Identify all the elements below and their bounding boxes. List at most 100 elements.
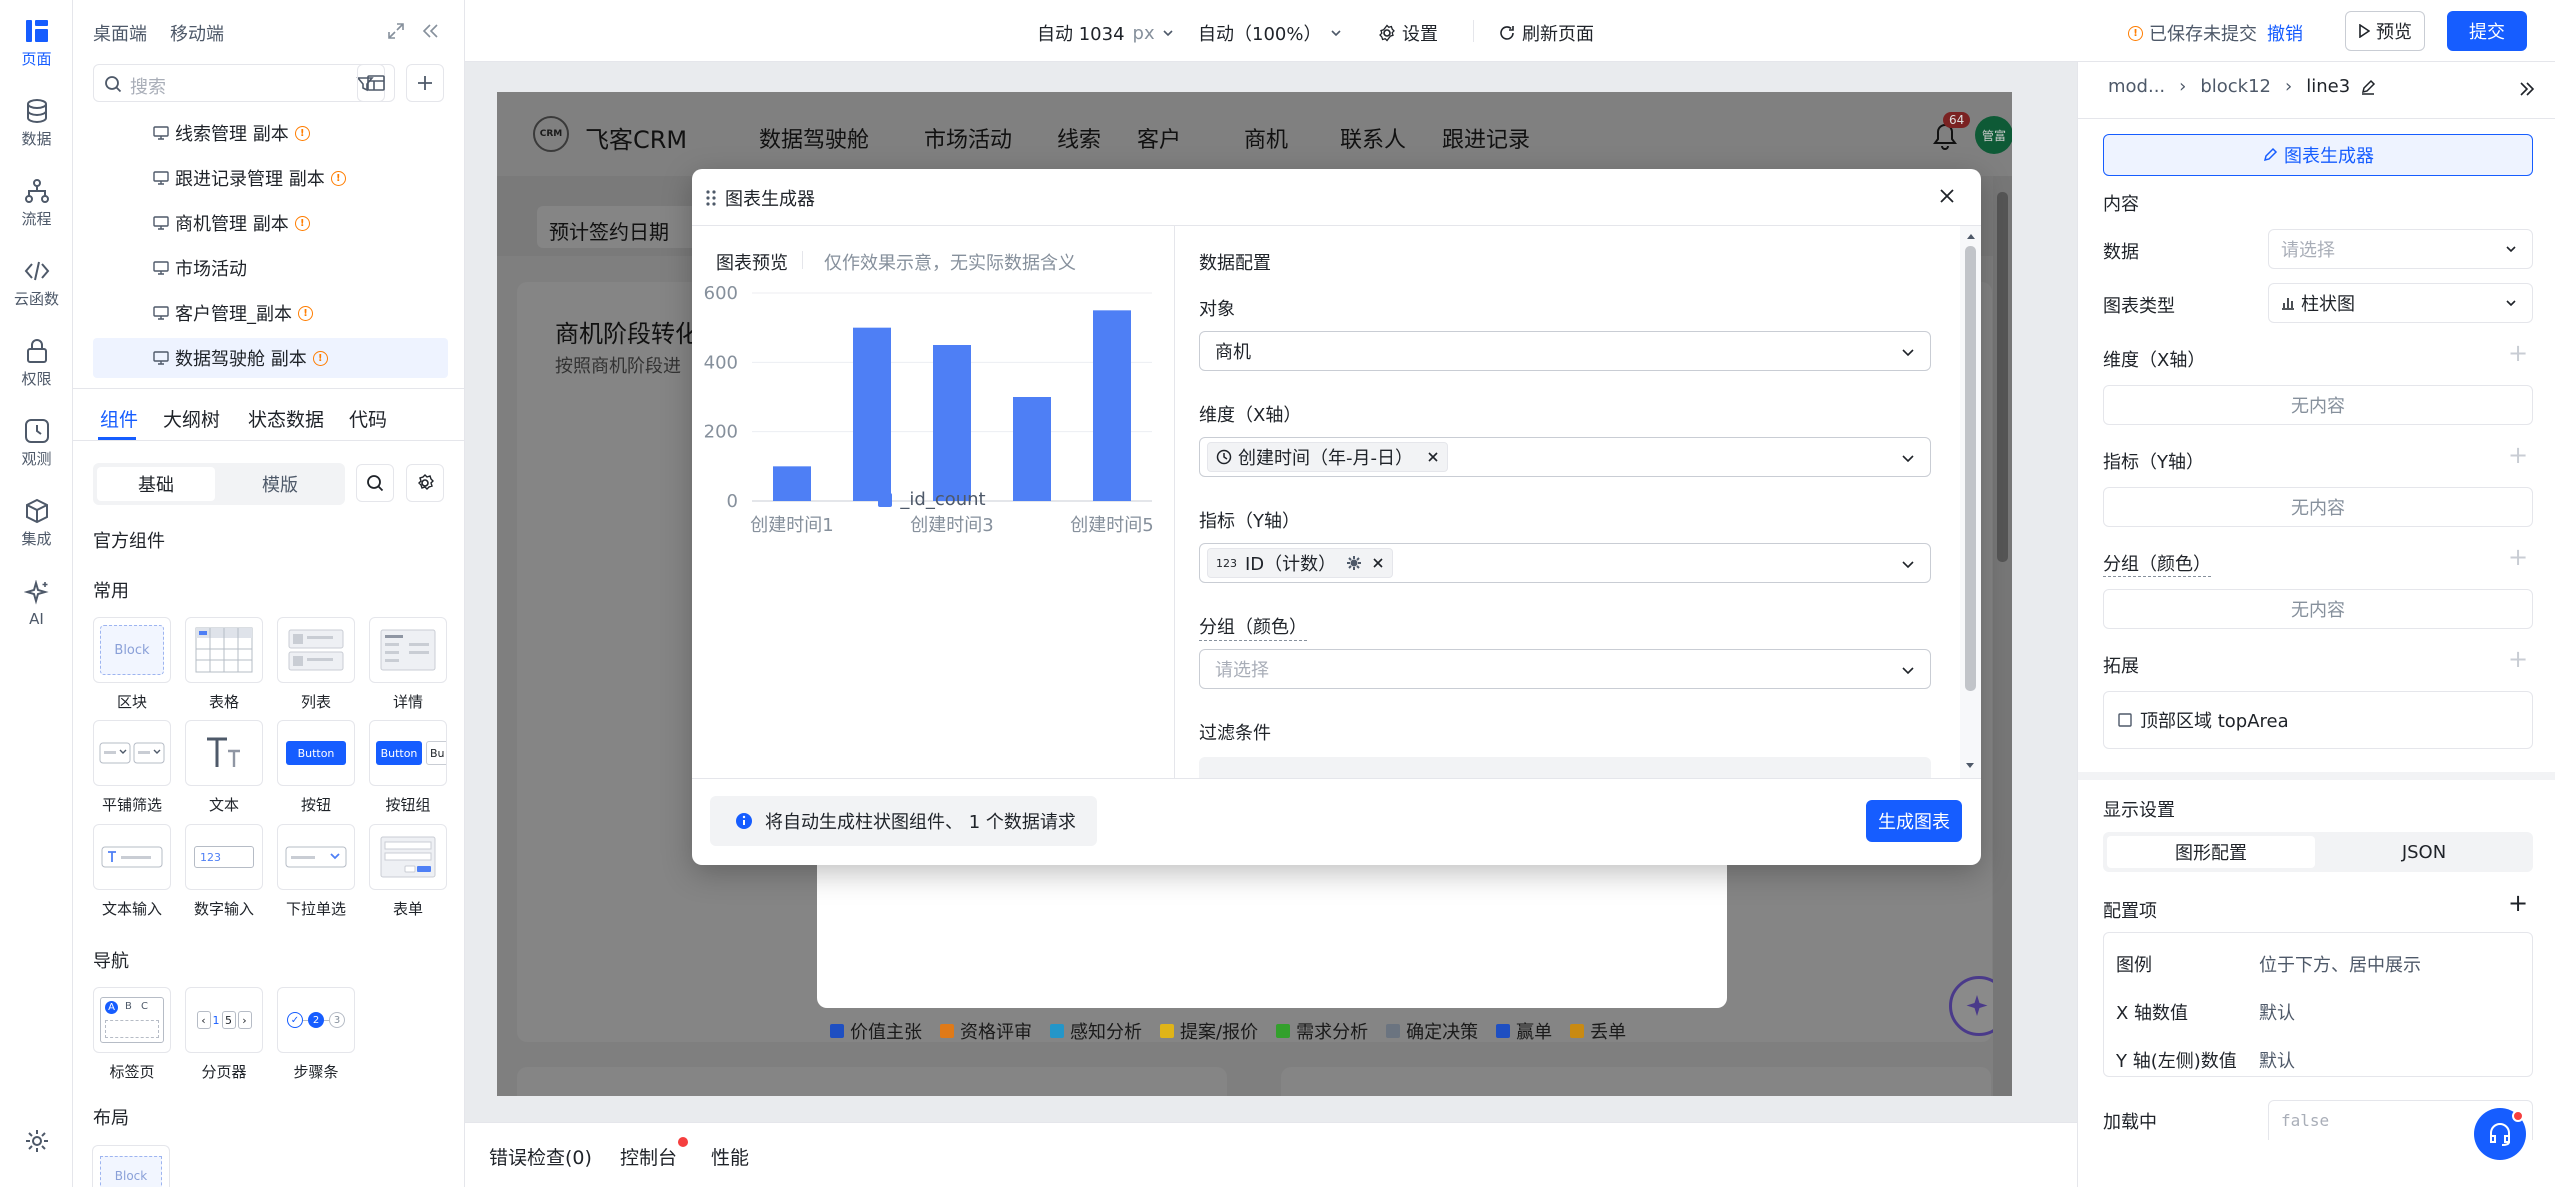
app-nav-item[interactable]: 线索	[1057, 122, 1101, 154]
drag-handle-icon[interactable]	[706, 190, 716, 206]
component-tabs[interactable]: A B C 标签页	[92, 987, 172, 1082]
support-button[interactable]	[2474, 1108, 2526, 1160]
filter-date[interactable]: 预计签约日期	[537, 206, 697, 248]
page-tree-item[interactable]: 商机管理 副本!	[93, 203, 448, 243]
rail-item-observe[interactable]: 观测	[0, 418, 73, 469]
tab-code[interactable]: 代码	[349, 405, 387, 432]
add-page-button[interactable]	[406, 64, 444, 102]
add-extend-button[interactable]: +	[2508, 645, 2528, 673]
performance-tab[interactable]: 性能	[711, 1143, 749, 1170]
component-block[interactable]: Block 区块	[92, 617, 172, 712]
add-config-button[interactable]: +	[2508, 889, 2528, 917]
config-row[interactable]: 图例 位于下方、居中展示	[2104, 943, 2534, 983]
config-scrollbar[interactable]	[1960, 226, 1981, 778]
component-settings-button[interactable]	[406, 464, 444, 502]
add-metric-button[interactable]: +	[2508, 441, 2528, 469]
expand-icon[interactable]	[387, 22, 405, 40]
preview-button[interactable]: 预览	[2345, 11, 2425, 51]
canvas-width-select[interactable]: 自动 1034 px	[1037, 20, 1175, 46]
tab-components[interactable]: 组件	[100, 405, 138, 432]
extend-item[interactable]: 顶部区域 topArea	[2103, 691, 2533, 749]
group-select[interactable]: 请选择	[1199, 649, 1931, 689]
submit-button[interactable]: 提交	[2447, 11, 2527, 51]
breadcrumb-item-block[interactable]: block12	[2200, 76, 2271, 97]
legend-item[interactable]: 确定决策	[1386, 1018, 1478, 1044]
refresh-button[interactable]: 刷新页面	[1498, 20, 1594, 46]
component-detail[interactable]: 详情	[368, 617, 448, 712]
rail-item-permission[interactable]: 权限	[0, 338, 73, 389]
zoom-select[interactable]: 自动（100%）	[1198, 20, 1343, 46]
legend-item[interactable]: 丢单	[1570, 1018, 1626, 1044]
config-row[interactable]: X 轴数值 默认	[2104, 991, 2534, 1031]
seg-basic[interactable]: 基础	[97, 467, 215, 501]
legend-item[interactable]: 赢单	[1496, 1018, 1552, 1044]
component-form[interactable]: 表单	[368, 824, 448, 919]
add-group-button[interactable]: +	[2508, 543, 2528, 571]
avatar[interactable]: 管富	[1975, 116, 2012, 154]
bar[interactable]	[1093, 310, 1131, 501]
legend-item[interactable]: 需求分析	[1276, 1018, 1368, 1044]
component-steps[interactable]: ✓ 2 3 步骤条	[276, 987, 356, 1082]
page-tree-item[interactable]: 线索管理 副本!	[93, 113, 448, 153]
tab-outline[interactable]: 大纲树	[163, 405, 220, 432]
close-icon[interactable]	[1427, 451, 1439, 463]
legend-item[interactable]: 感知分析	[1050, 1018, 1142, 1044]
app-nav-item[interactable]: 数据驾驶舱	[759, 122, 869, 154]
component-button-group[interactable]: Button Bu 按钮组	[368, 720, 448, 815]
rail-item-ai[interactable]: AI	[0, 580, 73, 628]
close-icon[interactable]	[1372, 557, 1384, 569]
rail-item-cloud-function[interactable]: 云函数	[0, 258, 73, 309]
tab-mobile[interactable]: 移动端	[170, 20, 224, 46]
component-button[interactable]: Button 按钮	[276, 720, 356, 815]
gear-icon[interactable]	[1346, 555, 1362, 571]
bar[interactable]	[933, 345, 971, 501]
bar[interactable]	[853, 327, 891, 501]
chart-type-select[interactable]: 柱状图	[2268, 283, 2533, 323]
seg-json[interactable]: JSON	[2319, 836, 2529, 868]
page-tree-item[interactable]: 数据驾驶舱 副本!	[93, 338, 448, 378]
component-search-button[interactable]	[356, 464, 394, 502]
seg-graphic-config[interactable]: 图形配置	[2107, 836, 2315, 868]
edit-icon[interactable]	[2360, 79, 2376, 95]
config-row[interactable]: Y 轴(左侧)数值 默认	[2104, 1039, 2534, 1079]
settings-button[interactable]: 设置	[1378, 20, 1438, 46]
tab-desktop[interactable]: 桌面端	[93, 20, 147, 46]
bar[interactable]	[1013, 397, 1051, 501]
console-tab[interactable]: 控制台	[620, 1143, 677, 1170]
component-text[interactable]: 文本	[184, 720, 264, 815]
component-pager[interactable]: ‹ 1 5 › 分页器	[184, 987, 264, 1082]
rail-item-flow[interactable]: 流程	[0, 178, 73, 229]
legend-item[interactable]: 提案/报价	[1160, 1018, 1258, 1044]
component-text-input[interactable]: 文本输入	[92, 824, 172, 919]
seg-template[interactable]: 模版	[221, 467, 339, 501]
component-number-input[interactable]: 123 数字输入	[184, 824, 264, 919]
app-nav-item[interactable]: 商机	[1244, 122, 1288, 154]
object-select[interactable]: 商机	[1199, 331, 1931, 371]
close-icon[interactable]	[1938, 187, 1956, 205]
rail-settings[interactable]	[0, 1128, 73, 1158]
rail-item-integration[interactable]: 集成	[0, 498, 73, 549]
generate-chart-button[interactable]: 生成图表	[1866, 800, 1962, 842]
app-nav-item[interactable]: 跟进记录	[1442, 122, 1530, 154]
rail-item-data[interactable]: 数据	[0, 98, 73, 149]
layout-button[interactable]	[357, 64, 395, 102]
page-tree-item[interactable]: 跟进记录管理 副本!	[93, 158, 448, 198]
search-input[interactable]: 搜索	[93, 64, 385, 102]
legend-item[interactable]: 价值主张	[830, 1018, 922, 1044]
revoke-link[interactable]: 撤销	[2267, 20, 2303, 46]
add-dimension-button[interactable]: +	[2508, 339, 2528, 367]
dimension-select[interactable]: 创建时间（年-月-日）	[1199, 437, 1931, 477]
component-dropdown[interactable]: 下拉单选	[276, 824, 356, 919]
component-list[interactable]: 列表	[276, 617, 356, 712]
collapse-right-icon[interactable]	[2518, 80, 2536, 98]
rail-item-page[interactable]: 页面	[0, 18, 73, 69]
breadcrumb-item-mod[interactable]: mod...	[2108, 76, 2165, 97]
data-select[interactable]: 请选择	[2268, 229, 2533, 269]
metric-select[interactable]: 123 ID（计数）	[1199, 543, 1931, 583]
error-check-tab[interactable]: 错误检查(0)	[489, 1143, 592, 1170]
legend-item[interactable]: 资格评审	[940, 1018, 1032, 1044]
chart-generator-button[interactable]: 图表生成器	[2103, 134, 2533, 176]
collapse-panel-icon[interactable]	[421, 22, 439, 40]
tab-state-data[interactable]: 状态数据	[248, 405, 324, 432]
page-tree-item[interactable]: 市场活动	[93, 248, 448, 288]
